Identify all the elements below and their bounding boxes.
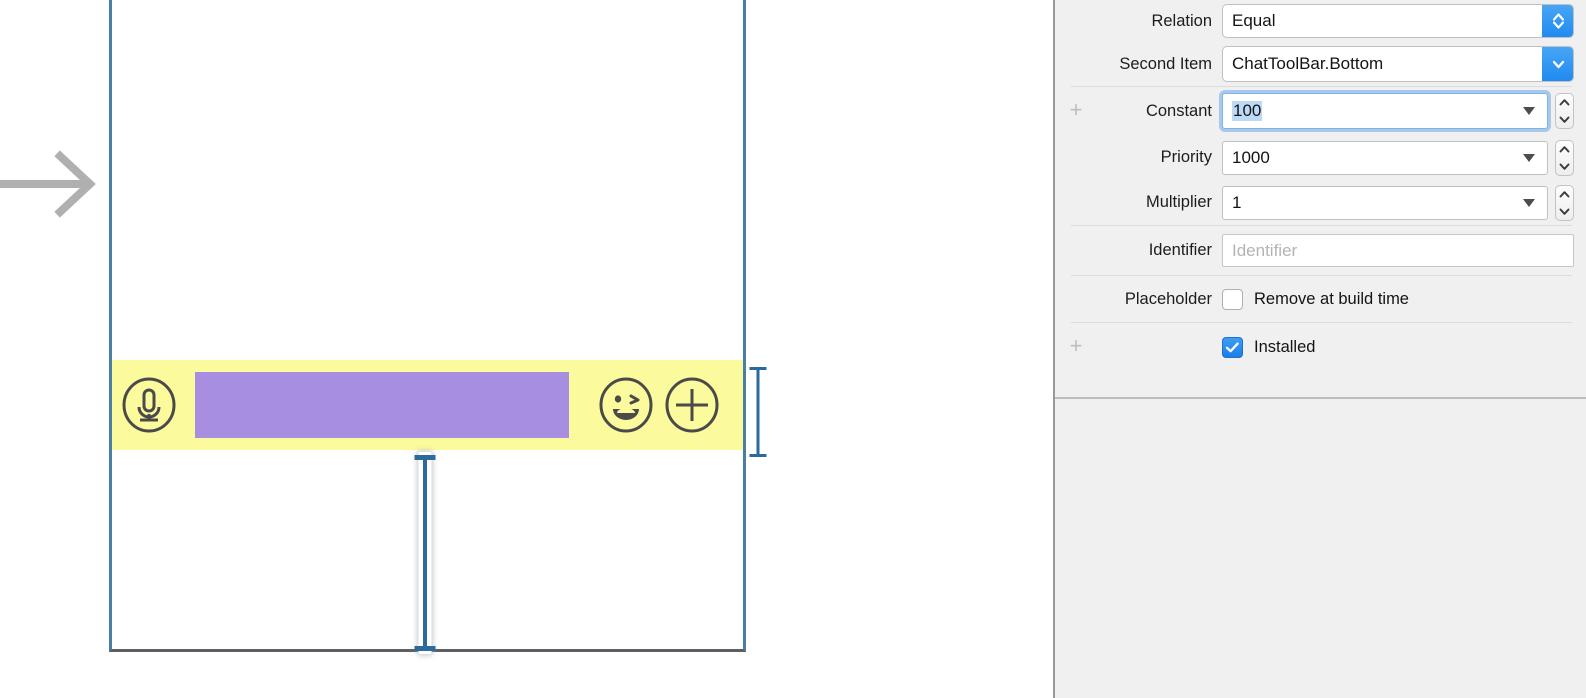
relation-popup-button[interactable]: Equal <box>1222 4 1574 38</box>
constant-stepper[interactable] <box>1555 93 1574 129</box>
constraint-stem <box>423 456 427 650</box>
inspector-row-identifier[interactable]: Identifier Identifier <box>1055 226 1586 275</box>
screen-root: Relation Equal Second Item ChatToolBar.B… <box>0 0 1586 698</box>
inspector-row-second-item[interactable]: Second Item ChatToolBar.Bottom <box>1055 42 1586 86</box>
row-gutter <box>1065 240 1087 262</box>
plus-circle-icon[interactable] <box>663 376 721 434</box>
constant-control[interactable]: 100 <box>1222 93 1574 129</box>
size-inspector-panel[interactable]: Relation Equal Second Item ChatToolBar.B… <box>1053 0 1586 698</box>
microphone-circle-icon[interactable] <box>120 376 178 434</box>
chevron-up-down-icon[interactable] <box>1542 5 1573 37</box>
multiplier-control[interactable]: 1 <box>1222 184 1574 221</box>
second-item-value: ChatToolBar.Bottom <box>1232 54 1384 73</box>
priority-stepper[interactable] <box>1555 139 1574 176</box>
inspector-empty-area <box>1055 399 1586 677</box>
triangle-down-icon[interactable] <box>1523 153 1535 162</box>
relation-control[interactable]: Equal <box>1222 4 1574 38</box>
chevron-down-icon[interactable] <box>1542 47 1573 81</box>
inspector-row-priority[interactable]: Priority 1000 <box>1055 135 1586 180</box>
multiplier-stepper[interactable] <box>1555 184 1574 221</box>
priority-value: 1000 <box>1232 147 1270 167</box>
row-gutter <box>1065 10 1087 32</box>
row-gutter <box>1065 288 1087 310</box>
constraint-cap-bottom <box>749 454 767 457</box>
section-tail-spacer <box>1055 371 1586 397</box>
height-constraint-indicator[interactable] <box>749 364 767 460</box>
arrow-right-icon <box>0 140 116 220</box>
priority-combo-field[interactable]: 1000 <box>1222 140 1548 175</box>
inspector-row-relation[interactable]: Relation Equal <box>1055 0 1586 42</box>
remove-at-build-time-label: Remove at build time <box>1254 289 1409 308</box>
installed-control[interactable]: Installed <box>1222 336 1574 358</box>
triangle-down-icon[interactable] <box>1523 107 1535 115</box>
second-item-popup-button[interactable]: ChatToolBar.Bottom <box>1222 46 1574 82</box>
smiley-wink-circle-icon[interactable] <box>597 376 655 434</box>
constant-combo-field[interactable]: 100 <box>1222 93 1548 129</box>
storyboard-canvas[interactable] <box>0 0 1053 698</box>
constraint-cap-bottom <box>414 646 436 651</box>
inspector-row-placeholder[interactable]: Placeholder Remove at build time <box>1055 276 1586 322</box>
remove-at-build-time-checkbox[interactable] <box>1222 288 1243 310</box>
identifier-placeholder: Identifier <box>1232 240 1298 260</box>
chat-input-textfield[interactable] <box>195 372 569 438</box>
inspector-row-installed[interactable]: + Installed <box>1055 323 1586 371</box>
multiplier-value: 1 <box>1232 192 1242 212</box>
multiplier-combo-field[interactable]: 1 <box>1222 185 1548 220</box>
constraint-stem <box>756 368 760 456</box>
row-gutter <box>1065 53 1087 75</box>
priority-control[interactable]: 1000 <box>1222 139 1574 176</box>
relation-value: Equal <box>1232 11 1276 30</box>
constant-value: 100 <box>1232 101 1263 121</box>
identifier-input[interactable]: Identifier <box>1222 234 1574 267</box>
identifier-control[interactable]: Identifier <box>1222 234 1574 267</box>
row-gutter <box>1065 147 1087 169</box>
installed-add-gutter[interactable]: + <box>1065 335 1087 358</box>
bottom-spacing-constraint-indicator[interactable] <box>414 452 436 654</box>
second-item-control[interactable]: ChatToolBar.Bottom <box>1222 46 1574 82</box>
row-gutter <box>1065 192 1087 214</box>
chat-toolbar-view[interactable] <box>112 360 743 450</box>
placeholder-control[interactable]: Remove at build time <box>1222 288 1574 310</box>
inspector-row-constant[interactable]: + Constant 100 <box>1055 87 1586 135</box>
installed-checkbox[interactable] <box>1222 336 1243 358</box>
constant-add-gutter[interactable]: + <box>1065 99 1087 122</box>
installed-checkbox-label: Installed <box>1254 337 1316 356</box>
triangle-down-icon[interactable] <box>1523 198 1535 207</box>
inspector-row-multiplier[interactable]: Multiplier 1 <box>1055 180 1586 225</box>
checkmark-icon <box>1225 341 1239 352</box>
